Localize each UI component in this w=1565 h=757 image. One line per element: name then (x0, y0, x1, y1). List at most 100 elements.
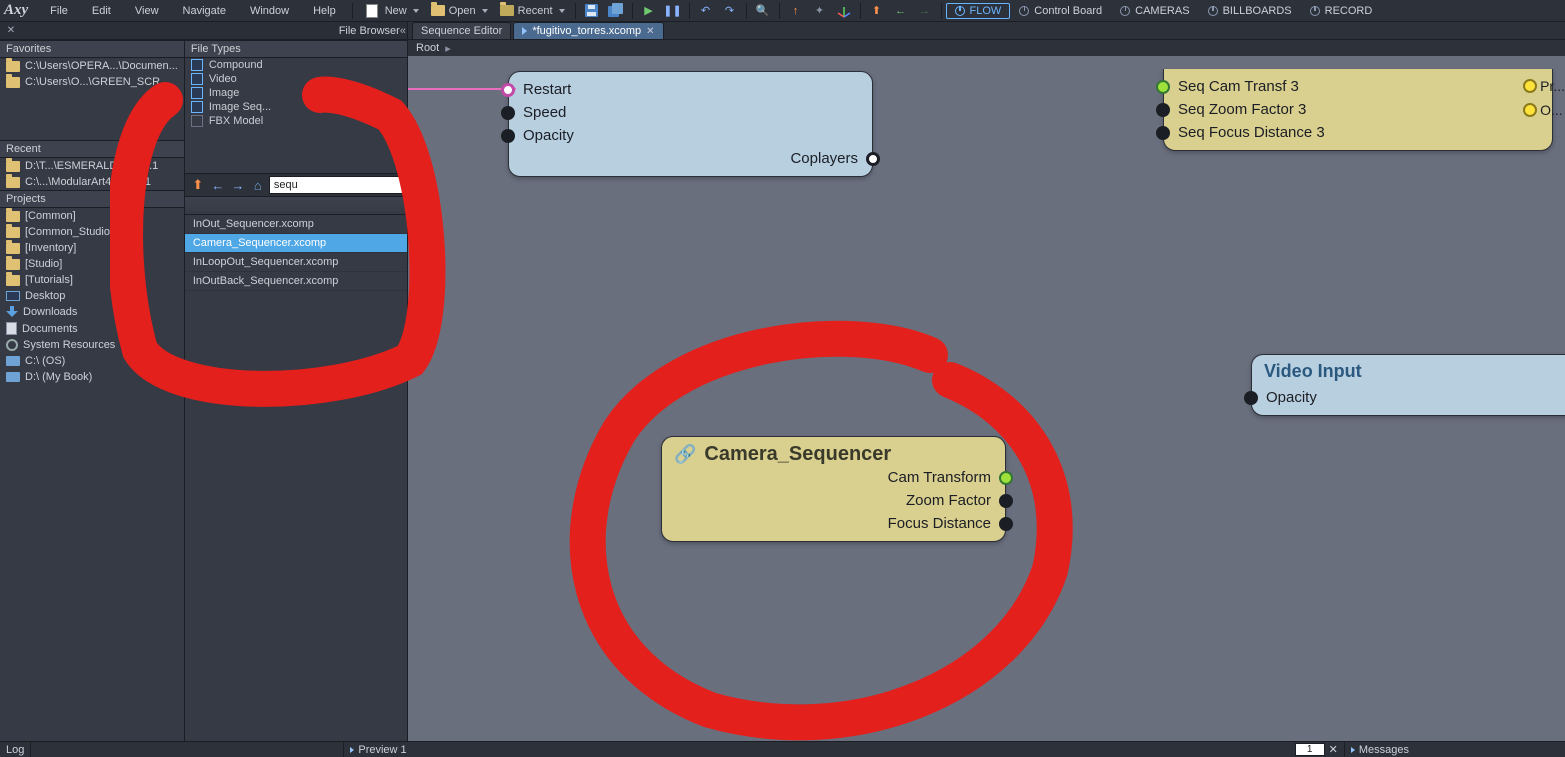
project-label: [Tutorials] (25, 274, 73, 286)
hierarchy-up-icon[interactable]: ⬆ (868, 2, 886, 20)
menu-edit[interactable]: Edit (80, 0, 123, 21)
project-item[interactable]: Documents (0, 320, 184, 337)
play-icon (1351, 747, 1355, 753)
page-input[interactable] (1295, 743, 1325, 756)
file-row[interactable]: Camera_Sequencer.xcomp (185, 234, 407, 253)
node-canvas[interactable]: Restart Speed Opacity Coplayers Seq Cam … (408, 56, 1565, 741)
project-item[interactable]: Desktop (0, 288, 184, 304)
preview-tab[interactable]: Preview 1 (344, 744, 412, 756)
filetype-label: Image Seq... (209, 101, 271, 113)
nav-fwd-icon[interactable]: → (229, 176, 247, 194)
search-input[interactable] (269, 176, 407, 194)
forward-arrow-icon[interactable]: → (916, 2, 934, 20)
close-icon[interactable]: ✕ (646, 26, 654, 37)
close-icon[interactable]: ✕ (4, 24, 18, 38)
power-billboards-button[interactable]: BILLBOARDS (1199, 3, 1301, 19)
port-out[interactable] (999, 494, 1013, 508)
power-icon (1208, 6, 1218, 16)
menu-help[interactable]: Help (301, 0, 348, 21)
project-item[interactable]: D:\ (My Book) (0, 369, 184, 385)
redo-icon[interactable]: ↷ (721, 2, 739, 20)
power-flow-button[interactable]: FLOW (946, 3, 1011, 19)
undo-icon[interactable]: ↶ (697, 2, 715, 20)
menu-window[interactable]: Window (238, 0, 301, 21)
tab-current-file[interactable]: *fugitivo_torres.xcomp ✕ (513, 22, 663, 39)
log-tab[interactable]: Log (0, 744, 30, 756)
port-in[interactable] (501, 83, 515, 97)
menu-file[interactable]: File (38, 0, 80, 21)
search-icon[interactable]: 🔍 (754, 2, 772, 20)
node-camera-sequencer[interactable]: 🔗 Camera_Sequencer Cam Transform Zoom Fa… (661, 436, 1006, 542)
project-item[interactable]: [Common] (0, 208, 184, 224)
project-item[interactable]: [Common_Studio] (0, 224, 184, 240)
breadcrumb-root[interactable]: Root (416, 42, 439, 54)
project-item[interactable]: Downloads (0, 304, 184, 320)
project-label: [Inventory] (25, 242, 76, 254)
filetype-item[interactable]: Video (185, 72, 407, 86)
project-item[interactable]: System Resources (0, 337, 184, 353)
project-item[interactable]: [Studio] (0, 256, 184, 272)
port-out[interactable] (999, 471, 1013, 485)
nav-up-icon[interactable]: ⬆ (189, 176, 207, 194)
port-label: Opacity (1266, 389, 1317, 406)
menu-view[interactable]: View (123, 0, 171, 21)
port-in[interactable] (1156, 103, 1170, 117)
open-button[interactable]: Open (425, 5, 494, 17)
port-in[interactable] (1156, 80, 1170, 94)
up-arrow-icon[interactable]: ↑ (787, 2, 805, 20)
project-item[interactable]: C:\ (OS) (0, 353, 184, 369)
close-icon[interactable]: ✕ (1329, 743, 1338, 756)
port-label: O... (1540, 102, 1563, 118)
filetype-item[interactable]: Compound (185, 58, 407, 72)
port-in[interactable] (501, 129, 515, 143)
nav-home-icon[interactable]: ⌂ (249, 176, 267, 194)
axis-icon[interactable] (835, 2, 853, 20)
recent-button[interactable]: Recent (494, 5, 571, 17)
file-row[interactable]: InLoopOut_Sequencer.xcomp (185, 253, 407, 272)
play-icon[interactable]: ▶ (640, 2, 658, 20)
port-out[interactable] (1523, 79, 1537, 93)
checkbox-icon (191, 101, 203, 113)
node-player[interactable]: Restart Speed Opacity Coplayers (508, 71, 873, 177)
file-row[interactable]: InOut_Sequencer.xcomp (185, 215, 407, 234)
power-cameras-button[interactable]: CAMERAS (1111, 3, 1198, 19)
port-in[interactable] (1244, 391, 1258, 405)
chevron-down-icon (413, 9, 419, 13)
filetype-item[interactable]: Image (185, 86, 407, 100)
filetype-item[interactable]: FBX Model (185, 114, 407, 128)
nav-back-icon[interactable]: ← (209, 176, 227, 194)
node-title: Video Input (1264, 361, 1565, 382)
menu-navigate[interactable]: Navigate (171, 0, 238, 21)
messages-tab[interactable]: Messages (1345, 744, 1415, 756)
collapse-icon[interactable]: « (400, 25, 403, 37)
separator (632, 3, 633, 19)
project-item[interactable]: [Inventory] (0, 240, 184, 256)
filetype-item[interactable]: Image Seq... (185, 100, 407, 114)
new-button[interactable]: New (357, 4, 425, 18)
favorite-item[interactable]: C:\Users\O...\GREEN_SCR... (0, 74, 184, 90)
favorite-item[interactable]: C:\Users\OPERA...\Documen... (0, 58, 184, 74)
node-video-input[interactable]: Video Input Opacity (1251, 354, 1565, 416)
recent-item[interactable]: C:\...\ModularArt4____5.1 (0, 174, 184, 190)
port-out[interactable] (999, 517, 1013, 531)
port-out[interactable] (1523, 103, 1537, 117)
save-icon[interactable] (583, 2, 601, 20)
file-row[interactable]: InOutBack_Sequencer.xcomp (185, 272, 407, 291)
save-all-icon[interactable] (607, 2, 625, 20)
checkbox-icon (191, 73, 203, 85)
pause-icon[interactable]: ❚❚ (664, 2, 682, 20)
power-record-button[interactable]: RECORD (1301, 3, 1382, 19)
point-icon[interactable]: ✦ (811, 2, 829, 20)
recent-item[interactable]: D:\T...\ESMERALDA_4_3.1 (0, 158, 184, 174)
tab-sequence-editor[interactable]: Sequence Editor (412, 22, 511, 39)
power-controlboard-button[interactable]: Control Board (1010, 3, 1111, 19)
port-in[interactable] (501, 106, 515, 120)
back-arrow-icon[interactable]: ← (892, 2, 910, 20)
port-in[interactable] (1156, 126, 1170, 140)
folder-icon (6, 161, 20, 172)
node-sequence-params[interactable]: Seq Cam Transf 3 Seq Zoom Factor 3 Seq F… (1163, 69, 1553, 151)
folder-icon (6, 243, 20, 254)
power-label: RECORD (1325, 5, 1373, 17)
port-out[interactable] (866, 152, 880, 166)
project-item[interactable]: [Tutorials] (0, 272, 184, 288)
